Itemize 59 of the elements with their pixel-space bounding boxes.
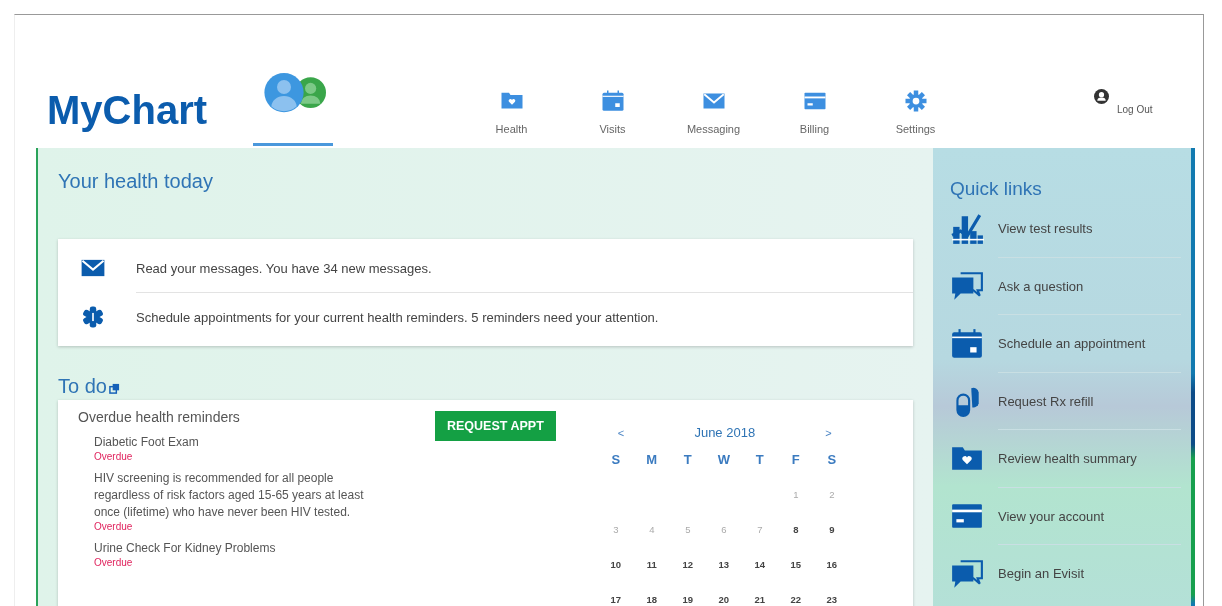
logout-link[interactable]: Log Out (1117, 104, 1153, 115)
quick-link[interactable]: Schedule an appointment (950, 315, 1181, 373)
section-heading: Your health today (58, 170, 214, 193)
quick-link[interactable]: Request Rx refill (950, 372, 1181, 430)
panel-heading: Quick links (950, 178, 1043, 200)
nav-tab[interactable]: Settings (865, 89, 966, 135)
reminder-title: Urine Check For Kidney Problems (94, 540, 277, 557)
quick-link[interactable]: Review health summary (950, 430, 1181, 488)
month-title: June 2018 (694, 425, 756, 440)
calendar-day[interactable]: 22 (790, 594, 802, 605)
reminder-title: HIV screening is recommended for all people regardless of risk factors aged 15-65 years at least once (lifetime) who have never been HIV tested. (94, 470, 365, 521)
external-window-icon[interactable] (108, 383, 120, 394)
weekday-label: M (646, 452, 658, 467)
calendar-day[interactable]: 14 (754, 559, 766, 570)
section-heading: To do (58, 375, 107, 398)
quick-link[interactable]: View test results (950, 200, 1181, 258)
calendar-day[interactable]: 18 (646, 594, 658, 605)
calendar-icon (950, 326, 984, 361)
nav-tab[interactable]: Messaging (663, 89, 764, 135)
calendar-day[interactable]: 8 (793, 524, 799, 535)
logo[interactable]: MyChart (47, 88, 237, 133)
bar-chart-icon (950, 211, 984, 246)
calendar-day[interactable]: 16 (826, 559, 838, 570)
calendar-day[interactable]: 15 (790, 559, 802, 570)
quick-link[interactable]: View your account (950, 487, 1181, 545)
calendar-day[interactable]: 9 (829, 524, 835, 535)
calendar-day[interactable]: 12 (682, 559, 694, 570)
calendar-day[interactable]: 10 (610, 559, 622, 570)
calendar-day[interactable]: 11 (646, 559, 657, 570)
quick-link[interactable]: Ask a question (950, 257, 1181, 315)
weekday-label: S (827, 452, 837, 467)
weekday-label: S (611, 452, 621, 467)
calendar-day[interactable]: 20 (718, 594, 730, 605)
status-label: Overdue (94, 521, 134, 533)
nav-tab[interactable]: Visits (562, 89, 663, 135)
reminder-title: Diabetic Foot Exam (94, 434, 200, 451)
settings-icon (903, 89, 928, 113)
list-heading: Overdue health reminders (78, 409, 241, 425)
calendar-day[interactable]: 17 (610, 594, 622, 605)
weekday-label: F (791, 452, 800, 467)
calendar-day[interactable]: 13 (718, 559, 730, 570)
nav-tab[interactable]: Billing (764, 89, 865, 135)
status-label: Overdue (94, 557, 134, 569)
medical-star-icon (80, 304, 106, 330)
weekday-label: T (755, 452, 764, 467)
previous-month-button[interactable]: < (617, 426, 625, 439)
notification-link[interactable]: Read your messages. You have 34 new messages. (136, 260, 432, 276)
calendar-icon (600, 89, 625, 113)
calendar-day[interactable]: 21 (754, 594, 766, 605)
calendar-day[interactable]: 23 (826, 594, 838, 605)
weekday-label: T (683, 452, 692, 467)
status-label: Overdue (94, 451, 134, 463)
quick-link[interactable]: Begin an Evisit (950, 545, 1181, 603)
weekday-label: W (717, 452, 730, 467)
user-icon (1094, 89, 1109, 104)
notification-link[interactable]: Schedule appointments for your current health reminders. 5 reminders need your attention. (136, 309, 659, 325)
nav-tab[interactable]: Health (461, 89, 562, 135)
calendar-day[interactable]: 19 (682, 594, 694, 605)
next-month-button[interactable]: > (825, 426, 832, 439)
